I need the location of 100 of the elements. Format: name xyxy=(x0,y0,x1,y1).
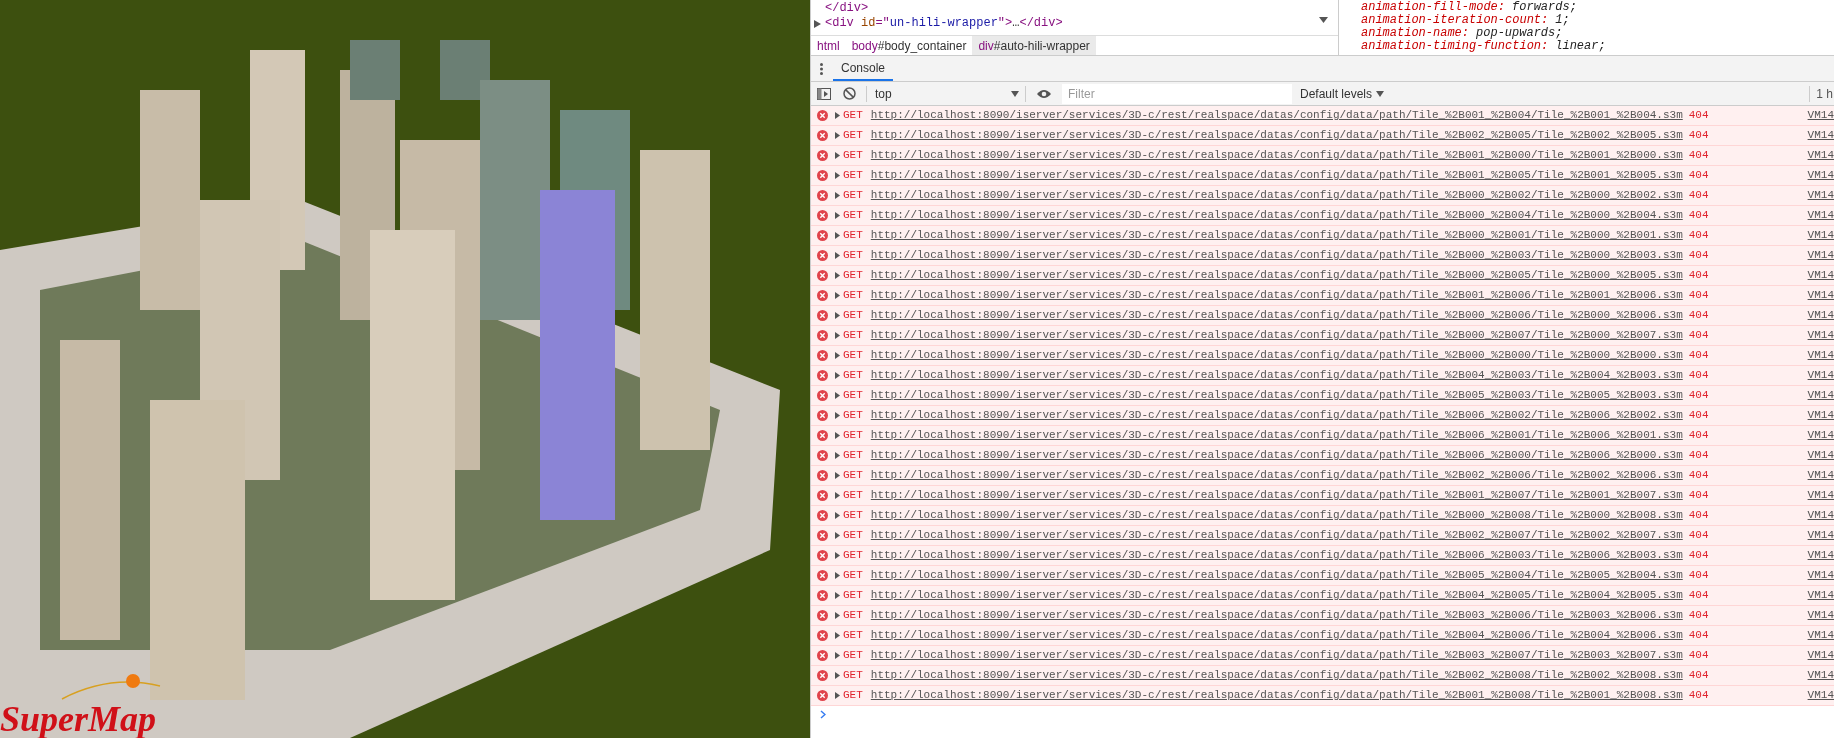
source-link[interactable]: VM14 xyxy=(1807,387,1834,404)
html-source-line[interactable]: <div id="un-hili-wrapper">…</div> xyxy=(825,16,1063,31)
expand-triangle-icon[interactable] xyxy=(835,312,840,319)
expand-triangle-icon[interactable] xyxy=(835,232,840,239)
source-link[interactable]: VM14 xyxy=(1807,647,1834,664)
expand-triangle-icon[interactable] xyxy=(835,472,840,479)
expand-triangle-icon[interactable] xyxy=(835,572,840,579)
expand-triangle-icon[interactable] xyxy=(835,512,840,519)
expand-triangle-icon[interactable] xyxy=(835,672,840,679)
expand-triangle-icon[interactable] xyxy=(835,352,840,359)
expand-triangle-icon[interactable] xyxy=(835,332,840,339)
request-url-link[interactable]: http://localhost:8090/iserver/services/3D-c/rest/realspace/datas/config/data/path/Tile_%2B000_%2B005/Tile_%2B000_%2B005.s3m xyxy=(870,267,1683,284)
source-link[interactable]: VM14 xyxy=(1807,207,1834,224)
request-url-link[interactable]: http://localhost:8090/iserver/services/3D-c/rest/realspace/datas/config/data/path/Tile_%2B000_%2B002/Tile_%2B000_%2B002.s3m xyxy=(870,187,1683,204)
request-url-link[interactable]: http://localhost:8090/iserver/services/3D-c/rest/realspace/datas/config/data/path/Tile_%2B000_%2B000/Tile_%2B000_%2B000.s3m xyxy=(870,347,1683,364)
html-source-line[interactable]: </div> xyxy=(825,1,869,16)
request-url-link[interactable]: http://localhost:8090/iserver/services/3D-c/rest/realspace/datas/config/data/path/Tile_%2B004_%2B005/Tile_%2B004_%2B005.s3m xyxy=(870,587,1683,604)
context-select[interactable]: top xyxy=(875,83,1025,104)
request-url-link[interactable]: http://localhost:8090/iserver/services/3D-c/rest/realspace/datas/config/data/path/Tile_%2B000_%2B006/Tile_%2B000_%2B006.s3m xyxy=(870,307,1683,324)
request-url-link[interactable]: http://localhost:8090/iserver/services/3D-c/rest/realspace/datas/config/data/path/Tile_%2B001_%2B007/Tile_%2B001_%2B007.s3m xyxy=(870,487,1683,504)
request-url-link[interactable]: http://localhost:8090/iserver/services/3D-c/rest/realspace/datas/config/data/path/Tile_%2B005_%2B004/Tile_%2B005_%2B004.s3m xyxy=(870,567,1683,584)
levels-dropdown[interactable]: Default levels xyxy=(1300,83,1385,104)
request-url-link[interactable]: http://localhost:8090/iserver/services/3D-c/rest/realspace/datas/config/data/path/Tile_%2B000_%2B001/Tile_%2B000_%2B001.s3m xyxy=(870,227,1683,244)
request-url-link[interactable]: http://localhost:8090/iserver/services/3D-c/rest/realspace/datas/config/data/path/Tile_%2B006_%2B003/Tile_%2B006_%2B003.s3m xyxy=(870,547,1683,564)
source-link[interactable]: VM14 xyxy=(1807,487,1834,504)
source-link[interactable]: VM14 xyxy=(1807,607,1834,624)
source-link[interactable]: VM14 xyxy=(1807,107,1834,124)
source-link[interactable]: VM14 xyxy=(1807,427,1834,444)
expand-triangle-icon[interactable] xyxy=(835,212,840,219)
request-url-link[interactable]: http://localhost:8090/iserver/services/3D-c/rest/realspace/datas/config/data/path/Tile_%2B002_%2B005/Tile_%2B002_%2B005.s3m xyxy=(870,127,1683,144)
source-link[interactable]: VM14 xyxy=(1807,307,1834,324)
source-link[interactable]: VM14 xyxy=(1807,147,1834,164)
expand-triangle-icon[interactable] xyxy=(835,532,840,539)
request-url-link[interactable]: http://localhost:8090/iserver/services/3D-c/rest/realspace/datas/config/data/path/Tile_%2B004_%2B006/Tile_%2B004_%2B006.s3m xyxy=(870,627,1683,644)
expand-triangle-icon[interactable] xyxy=(835,592,840,599)
expand-triangle-icon[interactable] xyxy=(835,132,840,139)
request-url-link[interactable]: http://localhost:8090/iserver/services/3D-c/rest/realspace/datas/config/data/path/Tile_%2B006_%2B000/Tile_%2B006_%2B000.s3m xyxy=(870,447,1683,464)
source-link[interactable]: VM14 xyxy=(1807,267,1834,284)
source-link[interactable]: VM14 xyxy=(1807,587,1834,604)
expand-triangle-icon[interactable] xyxy=(835,452,840,459)
source-link[interactable]: VM14 xyxy=(1807,327,1834,344)
expand-triangle-icon[interactable] xyxy=(835,492,840,499)
request-url-link[interactable]: http://localhost:8090/iserver/services/3D-c/rest/realspace/datas/config/data/path/Tile_%2B001_%2B005/Tile_%2B001_%2B005.s3m xyxy=(870,167,1683,184)
request-url-link[interactable]: http://localhost:8090/iserver/services/3D-c/rest/realspace/datas/config/data/path/Tile_%2B000_%2B003/Tile_%2B000_%2B003.s3m xyxy=(870,247,1683,264)
expand-triangle-icon[interactable] xyxy=(835,692,840,699)
expand-triangle-icon[interactable] xyxy=(835,152,840,159)
source-link[interactable]: VM14 xyxy=(1807,347,1834,364)
source-link[interactable]: VM14 xyxy=(1807,287,1834,304)
request-url-link[interactable]: http://localhost:8090/iserver/services/3D-c/rest/realspace/datas/config/data/path/Tile_%2B000_%2B007/Tile_%2B000_%2B007.s3m xyxy=(870,327,1683,344)
source-link[interactable]: VM14 xyxy=(1807,527,1834,544)
request-url-link[interactable]: http://localhost:8090/iserver/services/3D-c/rest/realspace/datas/config/data/path/Tile_%2B005_%2B003/Tile_%2B005_%2B003.s3m xyxy=(870,387,1683,404)
expand-triangle-icon[interactable] xyxy=(835,632,840,639)
more-options-icon[interactable] xyxy=(820,62,823,75)
request-url-link[interactable]: http://localhost:8090/iserver/services/3D-c/rest/realspace/datas/config/data/path/Tile_%2B001_%2B004/Tile_%2B001_%2B004.s3m xyxy=(870,107,1683,124)
expand-triangle-icon[interactable] xyxy=(835,112,840,119)
request-url-link[interactable]: http://localhost:8090/iserver/services/3D-c/rest/realspace/datas/config/data/path/Tile_%2B003_%2B007/Tile_%2B003_%2B007.s3m xyxy=(870,647,1683,664)
source-link[interactable]: VM14 xyxy=(1807,447,1834,464)
expand-triangle-icon[interactable] xyxy=(835,412,840,419)
request-url-link[interactable]: http://localhost:8090/iserver/services/3D-c/rest/realspace/datas/config/data/path/Tile_%2B004_%2B003/Tile_%2B004_%2B003.s3m xyxy=(870,367,1683,384)
request-url-link[interactable]: http://localhost:8090/iserver/services/3D-c/rest/realspace/datas/config/data/path/Tile_%2B000_%2B004/Tile_%2B000_%2B004.s3m xyxy=(870,207,1683,224)
expand-triangle-icon[interactable] xyxy=(835,652,840,659)
source-link[interactable]: VM14 xyxy=(1807,627,1834,644)
source-link[interactable]: VM14 xyxy=(1807,127,1834,144)
request-url-link[interactable]: http://localhost:8090/iserver/services/3D-c/rest/realspace/datas/config/data/path/Tile_%2B002_%2B006/Tile_%2B002_%2B006.s3m xyxy=(870,467,1683,484)
expand-triangle-icon[interactable] xyxy=(835,372,840,379)
source-link[interactable]: VM14 xyxy=(1807,247,1834,264)
expand-triangle-icon[interactable] xyxy=(835,272,840,279)
request-url-link[interactable]: http://localhost:8090/iserver/services/3D-c/rest/realspace/datas/config/data/path/Tile_%2B001_%2B000/Tile_%2B001_%2B000.s3m xyxy=(870,147,1683,164)
request-url-link[interactable]: http://localhost:8090/iserver/services/3D-c/rest/realspace/datas/config/data/path/Tile_%2B002_%2B008/Tile_%2B002_%2B008.s3m xyxy=(870,667,1683,684)
request-url-link[interactable]: http://localhost:8090/iserver/services/3D-c/rest/realspace/datas/config/data/path/Tile_%2B002_%2B007/Tile_%2B002_%2B007.s3m xyxy=(870,527,1683,544)
source-link[interactable]: VM14 xyxy=(1807,367,1834,384)
expand-triangle-icon[interactable] xyxy=(835,252,840,259)
breadcrumb-item[interactable]: div#auto-hili-wrapper xyxy=(972,36,1096,55)
scroll-down-icon[interactable] xyxy=(1319,17,1328,23)
request-url-link[interactable]: http://localhost:8090/iserver/services/3D-c/rest/realspace/datas/config/data/path/Tile_%2B006_%2B002/Tile_%2B006_%2B002.s3m xyxy=(870,407,1683,424)
request-url-link[interactable]: http://localhost:8090/iserver/services/3D-c/rest/realspace/datas/config/data/path/Tile_%2B001_%2B008/Tile_%2B001_%2B008.s3m xyxy=(870,687,1683,704)
eye-icon[interactable] xyxy=(1036,88,1052,99)
source-link[interactable]: VM14 xyxy=(1807,467,1834,484)
expand-triangle-icon[interactable] xyxy=(835,612,840,619)
request-url-link[interactable]: http://localhost:8090/iserver/services/3D-c/rest/realspace/datas/config/data/path/Tile_%2B003_%2B006/Tile_%2B003_%2B006.s3m xyxy=(870,607,1683,624)
source-link[interactable]: VM14 xyxy=(1807,667,1834,684)
source-link[interactable]: VM14 xyxy=(1807,227,1834,244)
request-url-link[interactable]: http://localhost:8090/iserver/services/3D-c/rest/realspace/datas/config/data/path/Tile_%2B006_%2B001/Tile_%2B006_%2B001.s3m xyxy=(870,427,1683,444)
filter-field[interactable]: Filter xyxy=(1062,83,1292,104)
expand-triangle-icon[interactable] xyxy=(835,292,840,299)
source-link[interactable]: VM14 xyxy=(1807,567,1834,584)
expand-triangle-icon[interactable] xyxy=(835,552,840,559)
expand-triangle-icon[interactable] xyxy=(835,192,840,199)
expand-triangle-icon[interactable] xyxy=(835,172,840,179)
expand-triangle-icon[interactable] xyxy=(814,19,821,28)
source-link[interactable]: VM14 xyxy=(1807,407,1834,424)
source-link[interactable]: VM14 xyxy=(1807,547,1834,564)
sidebar-toggle-icon[interactable] xyxy=(817,87,831,100)
source-link[interactable]: VM14 xyxy=(1807,187,1834,204)
request-url-link[interactable]: http://localhost:8090/iserver/services/3D-c/rest/realspace/datas/config/data/path/Tile_%2B000_%2B008/Tile_%2B000_%2B008.s3m xyxy=(870,507,1683,524)
clear-console-icon[interactable] xyxy=(843,87,856,100)
request-url-link[interactable]: http://localhost:8090/iserver/services/3D-c/rest/realspace/datas/config/data/path/Tile_%2B001_%2B006/Tile_%2B001_%2B006.s3m xyxy=(870,287,1683,304)
expand-triangle-icon[interactable] xyxy=(835,432,840,439)
source-link[interactable]: VM14 xyxy=(1807,507,1834,524)
source-link[interactable]: VM14 xyxy=(1807,167,1834,184)
